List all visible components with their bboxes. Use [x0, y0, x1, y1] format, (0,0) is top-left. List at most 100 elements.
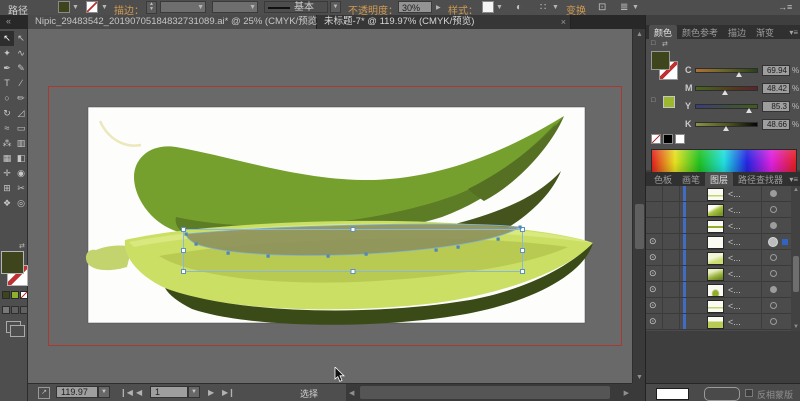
channel-value-field[interactable]: 48.42: [762, 83, 790, 94]
type-tool[interactable]: T: [0, 76, 14, 91]
layer-name[interactable]: <...: [728, 205, 741, 215]
document-tab-active[interactable]: 未标题-7* @ 119.97% (CMYK/预览) ×: [317, 15, 571, 29]
panel-tab-2[interactable]: 颜色参考: [677, 25, 723, 40]
line-segment-tool[interactable]: ∕: [14, 76, 28, 91]
scale-tool[interactable]: ◿: [14, 106, 28, 121]
go-to-bridge-icon[interactable]: ↗: [38, 387, 50, 399]
bounding-box-icon[interactable]: ⊡: [598, 2, 606, 13]
magic-wand-tool[interactable]: ✦: [0, 46, 14, 61]
layer-target-icon[interactable]: [768, 237, 778, 247]
close-tab-icon[interactable]: ×: [561, 15, 566, 29]
zoom-dropdown-icon[interactable]: ▼: [98, 386, 110, 398]
scroll-down-icon[interactable]: ▼: [636, 374, 643, 381]
prev-artboard-icon[interactable]: ◀: [136, 388, 142, 397]
panel-tab-3[interactable]: 描边: [723, 25, 751, 40]
panel-tab-3[interactable]: 图层: [705, 172, 733, 187]
eyedropper-tool[interactable]: ✛: [0, 166, 14, 181]
layer-thumbnail[interactable]: [707, 284, 724, 297]
layer-name[interactable]: <...: [728, 253, 741, 263]
direct-selection-tool[interactable]: ↖: [14, 31, 28, 46]
layers-scroll-up-icon[interactable]: ▲: [793, 187, 799, 193]
layer-row[interactable]: <...: [646, 202, 791, 218]
stroke-weight-field[interactable]: ▼: [160, 1, 206, 13]
recolor-artwork-icon[interactable]: ◐: [516, 2, 522, 13]
layer-thumbnail[interactable]: [707, 316, 724, 329]
layer-name[interactable]: <...: [728, 285, 741, 295]
layer-visibility-toggle[interactable]: ⊙: [649, 252, 657, 263]
paintbrush-tool[interactable]: ✎: [14, 61, 28, 76]
layer-name[interactable]: <...: [728, 237, 741, 247]
selection-tool[interactable]: ↖: [0, 31, 14, 46]
width-tool[interactable]: ≈: [0, 121, 14, 136]
rotate-tool[interactable]: ↻: [0, 106, 14, 121]
layer-row[interactable]: ⊙<...: [646, 298, 791, 314]
close-tab-icon[interactable]: ×: [307, 15, 312, 29]
layer-row[interactable]: ⊙ <...: [646, 250, 791, 266]
artboard-tool[interactable]: ⊞: [0, 181, 14, 196]
vertical-scroll-thumb[interactable]: [635, 204, 644, 249]
layer-visibility-toggle[interactable]: ⊙: [649, 316, 657, 327]
layer-thumbnail[interactable]: [707, 220, 724, 233]
none-mode-button[interactable]: [20, 291, 28, 299]
next-artboard-icon[interactable]: ▶: [208, 388, 214, 397]
layer-row[interactable]: ⊙<...: [646, 266, 791, 282]
fill-proxy-swatch[interactable]: [651, 51, 670, 70]
stroke-color-swatch[interactable]: [86, 1, 98, 13]
layer-name[interactable]: <...: [728, 189, 741, 199]
stroke-weight-stepper[interactable]: ▲▼: [146, 1, 157, 14]
layer-name[interactable]: <...: [728, 221, 741, 231]
mask-thumbnail[interactable]: [704, 387, 740, 401]
channel-slider-track[interactable]: [695, 68, 758, 73]
control-bar-collapse-icon[interactable]: →≡: [778, 2, 792, 12]
channel-slider-thumb[interactable]: [746, 108, 752, 113]
layers-scrollbar[interactable]: ▲ ▼: [791, 186, 800, 331]
ellipse-tool[interactable]: ○: [0, 91, 14, 106]
style-swatch[interactable]: [482, 1, 494, 13]
layer-name[interactable]: <...: [728, 301, 741, 311]
distribute-icon[interactable]: ≣: [620, 2, 628, 13]
mesh-tool[interactable]: ▦: [0, 151, 14, 166]
screen-mode-button[interactable]: [6, 321, 21, 333]
stroke-dropdown-icon[interactable]: ▼: [101, 4, 108, 11]
layer-name[interactable]: <...: [728, 269, 741, 279]
gradient-mode-button[interactable]: [11, 291, 19, 299]
stroke-profile-field[interactable]: ▼: [212, 1, 258, 13]
channel-slider-thumb[interactable]: [736, 72, 742, 77]
last-artboard-icon[interactable]: ▶❙: [222, 388, 235, 397]
layer-row[interactable]: ⊙<...: [646, 234, 791, 250]
scroll-right-icon[interactable]: ▶: [624, 389, 629, 397]
layer-thumbnail[interactable]: [707, 300, 724, 313]
channel-slider-thumb[interactable]: [722, 90, 728, 95]
layer-row[interactable]: <...: [646, 218, 791, 234]
opacity-field[interactable]: 30%: [398, 1, 432, 13]
fill-dropdown-icon[interactable]: ▼: [72, 4, 79, 11]
vertical-scrollbar[interactable]: ▲ ▼: [632, 29, 645, 383]
brush-dropdown[interactable]: ▼: [330, 1, 341, 13]
object-thumbnail[interactable]: [656, 388, 689, 400]
layer-row[interactable]: <...: [646, 186, 791, 202]
gradient-tool[interactable]: ◧: [14, 151, 28, 166]
layer-target-icon[interactable]: [770, 190, 777, 197]
none-swatch[interactable]: [651, 134, 661, 144]
white-swatch[interactable]: [675, 134, 685, 144]
toolbox-collapse-icon[interactable]: «: [6, 16, 11, 26]
zoom-level-field[interactable]: 119.97: [56, 386, 98, 398]
scroll-left-icon[interactable]: ◀: [349, 389, 354, 397]
channel-slider-thumb[interactable]: [723, 126, 729, 131]
lasso-tool[interactable]: ∿: [14, 46, 28, 61]
layer-name[interactable]: <...: [728, 317, 741, 327]
color-panel-menu-icon[interactable]: ▾≡: [789, 28, 798, 37]
free-transform-tool[interactable]: ▭: [14, 121, 28, 136]
artboard-number-field[interactable]: 1: [150, 386, 188, 398]
fill-color-swatch[interactable]: [58, 1, 70, 13]
layers-panel-menu-icon[interactable]: ▾≡: [789, 175, 798, 184]
artboard-dropdown-icon[interactable]: ▼: [188, 386, 200, 398]
zoom-tool[interactable]: ◎: [14, 196, 28, 211]
graph-tool[interactable]: ▥: [14, 136, 28, 151]
pen-tool[interactable]: ✒: [0, 61, 14, 76]
fill-proxy-swatch[interactable]: [1, 251, 24, 274]
panel-tab-2[interactable]: 画笔: [677, 172, 705, 187]
panel-tab-1[interactable]: 颜色: [649, 25, 677, 40]
slice-tool[interactable]: ✂: [14, 181, 28, 196]
symbol-sprayer-tool[interactable]: ⁂: [0, 136, 14, 151]
